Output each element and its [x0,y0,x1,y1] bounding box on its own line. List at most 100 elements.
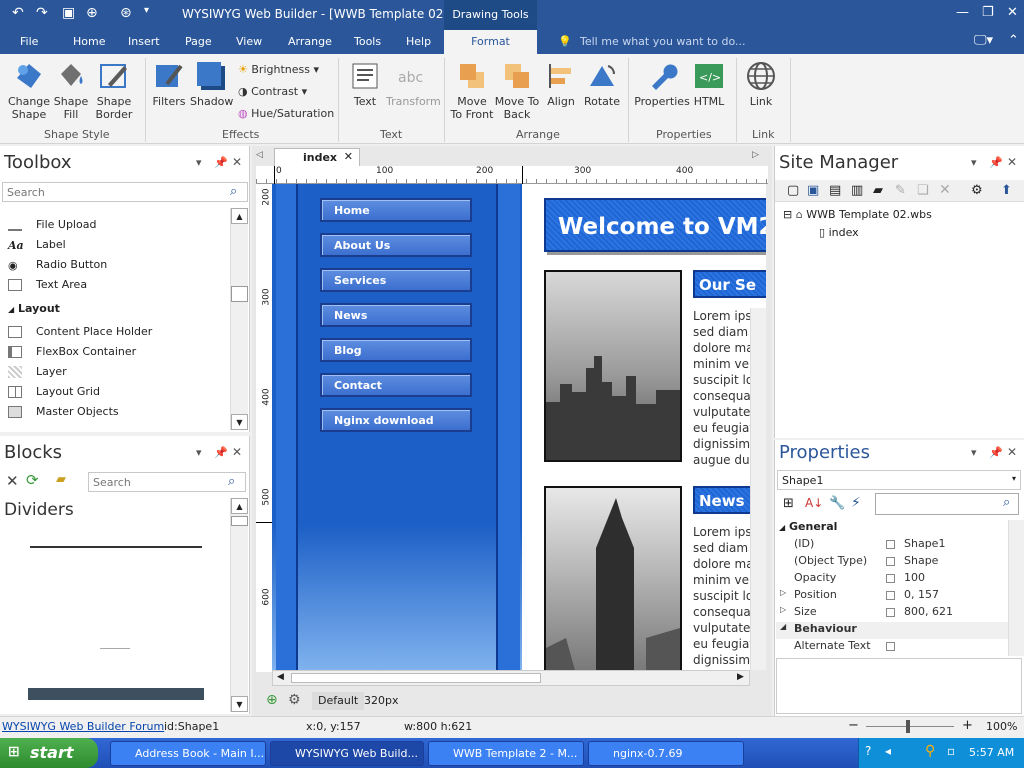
nav-contact[interactable]: Contact [320,373,472,397]
settings-icon[interactable]: ⚙ [971,183,983,198]
our-services-header[interactable]: Our Se [693,270,766,298]
toolbox-item-label[interactable]: Aa Label [8,238,66,252]
nav-home[interactable]: Home [320,198,472,222]
shape-fill-button[interactable]: Shape Fill [52,60,90,121]
tab-tools[interactable]: Tools [354,35,381,48]
toolbox-item-text-area[interactable]: Text Area [8,278,87,291]
undo-icon[interactable]: ↶ [12,5,24,21]
tab-view[interactable]: View [236,35,262,48]
new-page-icon[interactable]: ▢ [787,183,799,198]
wrench-icon[interactable]: 🔧 [829,496,845,511]
search-icon[interactable]: ⌕ [230,184,237,199]
tray-app-icon[interactable]: ⚲ [925,743,935,759]
toolbox-layout-header[interactable]: ◢ Layout [8,302,60,315]
task-wysiwyg[interactable]: WYSIWYG Web Build... [270,741,424,766]
tab-scroll-right-icon[interactable]: ▷ [752,150,759,160]
tab-help[interactable]: Help [406,35,431,48]
sort-az-icon[interactable]: A↓ [805,496,823,510]
tray-arrow-icon[interactable]: ◂ [885,744,891,758]
shape-border-button[interactable]: Shape Border [92,60,136,121]
search-icon[interactable]: ⌕ [1003,495,1010,510]
contrast-button[interactable]: ◑ Contrast ▾ [238,85,307,98]
toolbox-item-layout-grid[interactable]: Layout Grid [8,385,100,398]
prop-row-size[interactable]: ▷ Size 800, 621 [776,605,1008,622]
link-button[interactable]: Link [742,60,780,108]
nav-news[interactable]: News [320,303,472,327]
prop-row-object-type[interactable]: (Object Type) Shape [776,554,1008,571]
prop-row-id[interactable]: (ID) Shape1 [776,537,1008,554]
scroll-right-icon[interactable]: ▶ [737,672,744,682]
preview-icon[interactable]: ⊕ [86,5,98,21]
general-section[interactable]: ◢ General [779,520,837,533]
blocks-search-input[interactable]: Search [88,472,246,492]
filters-button[interactable]: Filters [152,60,186,108]
prop-row-position[interactable]: ▷ Position 0, 157 [776,588,1008,605]
toolbox-scrollbar[interactable]: ▲ ▼ [230,208,248,430]
toolbox-item-radio-button[interactable]: ◉ Radio Button [8,258,107,272]
behaviour-section[interactable]: ◢ Behaviour [776,622,1008,639]
panel-close-icon[interactable]: ✕ [1007,155,1017,169]
hue-saturation-button[interactable]: ◍ Hue/Saturation [238,107,334,120]
tree-project-node[interactable]: ⊟ ⌂ WWB Template 02.wbs [783,208,932,221]
tell-me-input[interactable]: Tell me what you want to do... [580,35,746,48]
properties-search-input[interactable] [875,493,1019,515]
breakpoint-default[interactable]: Default [312,692,365,710]
blocks-scrollbar[interactable]: ▲ ▼ [230,498,248,712]
zoom-slider-thumb[interactable] [906,720,910,733]
horizontal-ruler[interactable]: 0 100 200 300 400 [256,166,768,184]
pin-icon[interactable]: 📌 [989,446,1003,459]
quick-access-dropdown-icon[interactable]: ▾ [144,5,149,16]
pin-icon[interactable]: 📌 [214,156,228,169]
tab-page[interactable]: Page [185,35,212,48]
pin-icon[interactable]: 📌 [989,156,1003,169]
canvas-scrollbar-horizontal[interactable]: ◀ ▶ [272,670,750,686]
panel-menu-icon[interactable]: ▾ [196,156,202,169]
breakpoint-320[interactable]: 320px [364,694,399,707]
nav-nginx-download[interactable]: Nginx download [320,408,472,432]
design-canvas[interactable]: Home About Us Services News Blog Contact… [272,184,766,670]
city-image-1[interactable] [544,270,682,462]
copy-icon[interactable]: ❏ [917,183,929,198]
panel-close-icon[interactable]: ✕ [1007,445,1017,459]
nav-blog[interactable]: Blog [320,338,472,362]
divider-preview-3[interactable] [28,688,204,700]
tab-scroll-left-icon[interactable]: ◁ [256,150,263,160]
pin-icon[interactable]: 📌 [214,446,228,459]
object-selector[interactable]: Shape1 ▾ [777,470,1021,490]
brightness-button[interactable]: ☀ Brightness ▾ [238,63,319,76]
categorized-icon[interactable]: ⊞ [783,496,794,511]
scroll-left-icon[interactable]: ◀ [277,672,284,682]
tab-index[interactable]: index ✕ [274,148,360,166]
delete-icon[interactable]: ✕ [6,472,19,490]
folder-icon[interactable]: ▰ [873,183,883,198]
folder-icon[interactable]: ▰ [56,472,66,487]
breakpoint-settings-icon[interactable]: ⚙ [288,692,301,708]
refresh-icon[interactable]: ⟳ [26,471,39,489]
publish-icon[interactable]: ⊛ [120,5,132,21]
change-shape-button[interactable]: Change Shape [6,60,52,121]
city-image-2[interactable] [544,486,682,670]
save-icon[interactable]: ▣ [62,5,75,21]
search-icon[interactable]: ⌕ [228,474,235,489]
up-arrow-icon[interactable]: ⬆ [1001,183,1012,198]
tab-close-icon[interactable]: ✕ [344,150,353,163]
toolbox-item-flexbox[interactable]: FlexBox Container [8,345,136,358]
zoom-out-icon[interactable]: − [848,718,859,733]
canvas-scrollbar-vertical[interactable] [750,308,766,670]
panel-menu-icon[interactable]: ▾ [196,446,202,459]
zoom-slider[interactable] [866,726,954,727]
shadow-button[interactable]: Shadow [190,60,233,108]
properties-scrollbar[interactable] [1008,520,1024,656]
transform-button[interactable]: abc Transform [386,60,441,108]
toolbox-item-layer[interactable]: Layer [8,365,67,378]
prop-row-alt-text[interactable]: Alternate Text [776,639,1008,656]
delete-icon[interactable]: ✕ [939,182,951,198]
redo-icon[interactable]: ↷ [36,5,48,21]
new-page-template-icon[interactable]: ▣ [807,183,819,198]
start-button[interactable]: ⊞ start [0,738,98,768]
network-icon[interactable]: ▫ [947,744,955,758]
page-properties-icon[interactable]: ▤ [829,183,841,198]
tab-arrange[interactable]: Arrange [288,35,332,48]
divider-preview-1[interactable] [30,546,202,548]
align-button[interactable]: Align [544,60,578,108]
